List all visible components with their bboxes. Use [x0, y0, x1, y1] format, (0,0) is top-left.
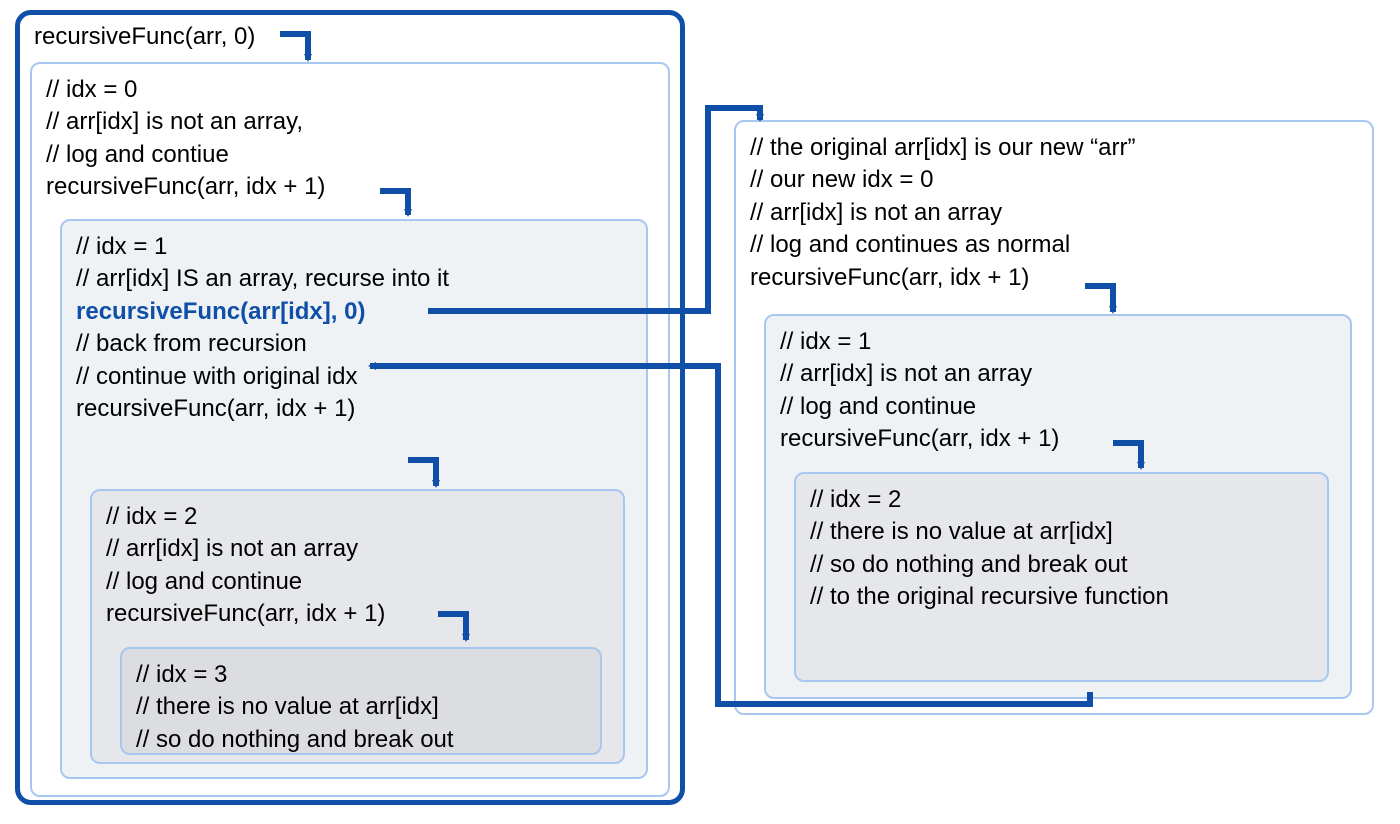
code-call: recursiveFunc(arr, idx + 1) [750, 262, 1358, 294]
code-comment: // log and continues as normal [750, 229, 1358, 261]
code-comment: // so do nothing and break out [810, 549, 1313, 581]
code-comment: // there is no value at arr[idx] [810, 516, 1313, 548]
left-frame-idx1: // idx = 1 // arr[idx] IS an array, recu… [60, 219, 648, 779]
code-comment: // arr[idx] is not an array [106, 533, 609, 565]
subarray-stack: // the original arr[idx] is our new “arr… [734, 120, 1374, 720]
code-comment: // idx = 3 [136, 659, 586, 691]
diagram-canvas: recursiveFunc(arr, 0) // idx = 0 // arr[… [0, 0, 1400, 824]
code-comment: // to the original recursive function [810, 581, 1313, 613]
left-frame-idx3: // idx = 3 // there is no value at arr[i… [120, 647, 602, 755]
right-frame-idx0: // the original arr[idx] is our new “arr… [734, 120, 1374, 715]
initial-call-label: recursiveFunc(arr, 0) [34, 21, 255, 53]
code-comment: // so do nothing and break out [136, 724, 586, 756]
left-frame-idx2: // idx = 2 // arr[idx] is not an array /… [90, 489, 625, 764]
code-comment: // back from recursion [76, 328, 632, 360]
code-comment: // log and contiue [46, 139, 654, 171]
left-frame-idx0: // idx = 0 // arr[idx] is not an array, … [30, 62, 670, 797]
code-comment: // log and continue [106, 566, 609, 598]
code-comment: // idx = 2 [810, 484, 1313, 516]
code-comment: // there is no value at arr[idx] [136, 691, 586, 723]
code-comment: // idx = 1 [780, 326, 1336, 358]
code-comment: // arr[idx] IS an array, recurse into it [76, 263, 632, 295]
code-comment: // arr[idx] is not an array, [46, 106, 654, 138]
code-comment: // arr[idx] is not an array [750, 197, 1358, 229]
code-comment: // idx = 2 [106, 501, 609, 533]
code-comment: // continue with original idx [76, 361, 632, 393]
code-call: recursiveFunc(arr, idx + 1) [780, 423, 1336, 455]
code-call: recursiveFunc(arr, idx + 1) [106, 598, 609, 630]
code-comment: // our new idx = 0 [750, 164, 1358, 196]
right-frame-idx1: // idx = 1 // arr[idx] is not an array /… [764, 314, 1352, 699]
code-comment: // idx = 1 [76, 231, 632, 263]
recurse-into-subarray-call: recursiveFunc(arr[idx], 0) [76, 296, 632, 328]
right-frame-idx2: // idx = 2 // there is no value at arr[i… [794, 472, 1329, 682]
code-call: recursiveFunc(arr, idx + 1) [76, 393, 632, 425]
code-comment: // log and continue [780, 391, 1336, 423]
code-call: recursiveFunc(arr, idx + 1) [46, 171, 654, 203]
code-comment: // idx = 0 [46, 74, 654, 106]
code-comment: // arr[idx] is not an array [780, 358, 1336, 390]
code-comment: // the original arr[idx] is our new “arr… [750, 132, 1358, 164]
